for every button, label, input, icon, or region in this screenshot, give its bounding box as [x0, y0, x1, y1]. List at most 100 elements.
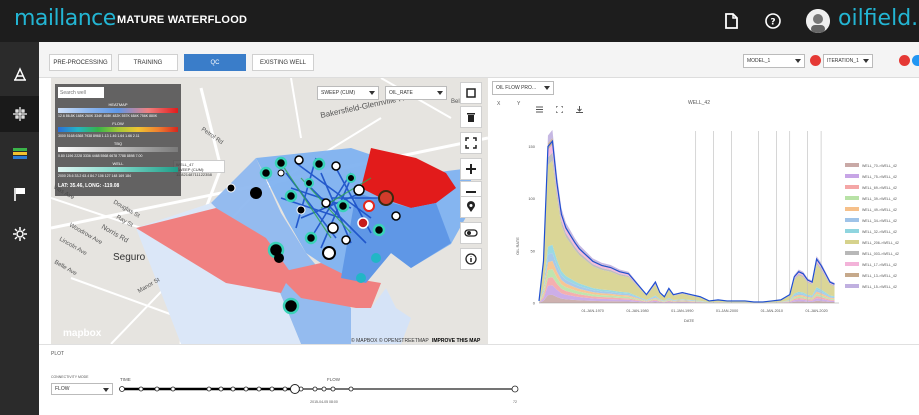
legend-entry[interactable]: WELL_34->WELL_42	[862, 219, 897, 223]
sidebar-item-flag[interactable]	[0, 176, 39, 212]
flow-label: FLOW	[327, 377, 340, 382]
rate-select[interactable]: OIL_RATE	[385, 86, 447, 100]
y-tick-label: 100	[528, 196, 535, 201]
oil-rate-chart[interactable]: WELL_42 0 50 100 150 01-JAN-1970 01-JAN-1980…	[489, 96, 919, 336]
tab-existing-well[interactable]: EXISTING WELL	[252, 54, 314, 71]
legend-swatch	[845, 207, 859, 211]
sidebar-item-settings[interactable]	[0, 216, 39, 252]
legend-entry[interactable]: WELL_70->WELL_42	[862, 164, 897, 168]
document-icon[interactable]	[720, 10, 742, 32]
legend-swatch	[845, 284, 859, 288]
legend-flow-ticks: 3000 5168 6368 7938 8968 1.13 1.46 1.64 …	[58, 134, 140, 138]
tab-qc[interactable]: QC	[184, 54, 246, 71]
legend-entry[interactable]: WELL_17->WELL_42	[862, 263, 897, 267]
area-series-well-206-well-42	[539, 160, 835, 303]
project-title: MATURE WATERFLOOD	[117, 14, 248, 26]
legend-entry[interactable]: WELL_003->WELL_42	[862, 252, 899, 256]
legend-entry[interactable]: WELL_206->WELL_42	[862, 241, 899, 245]
time-value: 2015-04-05 08:00	[310, 400, 338, 404]
expand-icon	[465, 137, 477, 149]
map-label-lincoln: Lincoln Ave	[58, 237, 88, 258]
tab-training[interactable]: TRAINING	[118, 54, 178, 71]
map-label-belle: Belle Ave	[53, 260, 78, 278]
legend-entry[interactable]: WELL_39->WELL_42	[862, 197, 897, 201]
map-legend: HEATMAP 12.6 86.8K 168K 260K 334K 408K 4…	[55, 84, 181, 196]
plus-icon	[466, 164, 476, 174]
info-button[interactable]	[460, 248, 482, 270]
flow-value: 72	[513, 400, 517, 404]
info-icon	[465, 253, 477, 265]
y-tick-label: 150	[528, 144, 535, 149]
delete-button[interactable]	[460, 106, 482, 128]
plot-section: PLOT CONNECTIVITY MODE FLOW TIME FLOW 20…	[39, 344, 919, 415]
sidebar-item-network[interactable]	[0, 96, 39, 132]
well-gradient	[58, 167, 178, 172]
legend-swatch	[845, 229, 859, 233]
user-avatar[interactable]	[806, 9, 830, 33]
tab-pre-processing[interactable]: PRE-PROCESSING	[49, 54, 112, 71]
legend-swatch	[845, 196, 859, 200]
tooltip-value: SWEEP (CUM): 11.82148711122358	[176, 167, 212, 177]
oil-flow-select[interactable]: OIL FLOW PRO...	[492, 81, 554, 95]
model-select[interactable]: MODEL_1	[743, 54, 805, 68]
flag-icon	[13, 188, 25, 201]
locate-button[interactable]	[460, 196, 482, 218]
trash-icon	[467, 113, 475, 122]
toggle-icon	[464, 229, 478, 237]
legend-well-title: WELL	[112, 161, 124, 166]
rate-select-value: OIL_RATE	[389, 90, 413, 96]
chart-pane: OIL FLOW PRO... X Y WELL_42 0 50 100 150 01…	[489, 78, 919, 344]
legend-entry[interactable]: WELL_32->WELL_42	[862, 230, 897, 234]
map-attribution: © MAPBOX © OPENSTREETMAP	[351, 337, 429, 344]
svg-text:?: ?	[770, 18, 775, 28]
x-tick-label: 01-JAN-1970	[582, 309, 604, 313]
select-area-button[interactable]	[460, 82, 482, 104]
add-iteration-button[interactable]	[912, 55, 919, 66]
fullscreen-button[interactable]	[460, 132, 482, 154]
time-slider[interactable]: 2015-04-05 08:00 72	[119, 383, 619, 413]
tbq-gradient	[58, 147, 178, 152]
legend-swatch	[845, 251, 859, 255]
search-well-input[interactable]	[58, 87, 104, 98]
sidebar-item-dashboard[interactable]	[0, 136, 39, 172]
chart-title: WELL_42	[688, 100, 710, 106]
sweep-select-value: SWEEP (CUM)	[321, 90, 356, 96]
brand-name: oilfield.ai	[838, 6, 919, 31]
zoom-in-button[interactable]	[460, 158, 482, 180]
app-logo: maillance	[14, 6, 116, 31]
flow-gradient	[58, 127, 178, 132]
top-bar: maillance MATURE WATERFLOOD ? oilfield.a…	[0, 0, 919, 42]
legend-well-ticks: 2000 25.6 33.2 63.4 84.7 106 127 148 169…	[58, 174, 131, 178]
crop-icon	[466, 88, 476, 98]
legend-swatch	[845, 262, 859, 266]
sidebar-item-drilling[interactable]	[0, 56, 39, 92]
delete-model-button[interactable]	[810, 55, 821, 66]
legend-entry[interactable]: WELL_15->WELL_42	[862, 285, 897, 289]
time-label: TIME	[120, 377, 131, 382]
legend-swatch	[845, 273, 859, 277]
time-slider-handle[interactable]	[289, 384, 300, 394]
legend-entry[interactable]: WELL_75->WELL_42	[862, 175, 897, 179]
legend-entry[interactable]: WELL_13->WELL_42	[862, 274, 897, 278]
x-tick-label: 01-JAN-2020	[805, 309, 827, 313]
help-icon[interactable]: ?	[762, 10, 784, 32]
x-tick-label: 01-JAN-1990	[671, 309, 693, 313]
legend-entry[interactable]: WELL_49->WELL_42	[862, 208, 897, 212]
sweep-select[interactable]: SWEEP (CUM)	[317, 86, 379, 100]
legend-swatch	[845, 185, 859, 189]
iteration-select[interactable]: ITERATION_1	[823, 54, 873, 68]
model-select-value: MODEL_1	[747, 58, 771, 64]
delete-iteration-button[interactable]	[899, 55, 910, 66]
network-icon	[12, 107, 27, 121]
legend-entry[interactable]: WELL_69->WELL_42	[862, 186, 897, 190]
connectivity-select[interactable]: FLOW	[51, 383, 113, 395]
pin-icon	[467, 201, 475, 212]
toggle-layer-button[interactable]	[460, 222, 482, 244]
sidebar	[0, 42, 39, 415]
connectivity-label: CONNECTIVITY MODE	[51, 375, 89, 379]
legend-swatch	[845, 218, 859, 222]
legend-swatch	[845, 163, 859, 167]
x-tick-label: 01-JAN-2010	[761, 309, 783, 313]
map-label-norris: Norris Rd	[100, 224, 129, 245]
dashboard-icon	[12, 148, 27, 159]
